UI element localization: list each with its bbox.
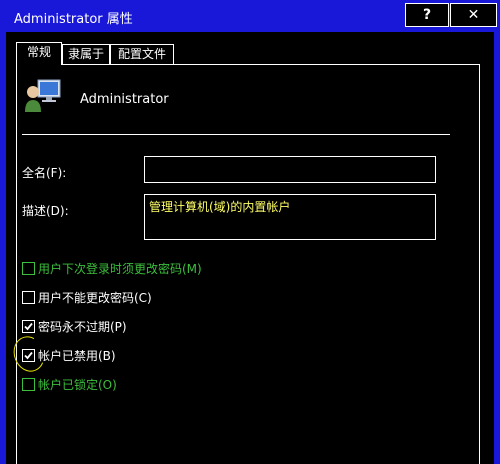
- account-disabled-label: 帐户已禁用(B): [38, 348, 116, 363]
- tab-member-of[interactable]: 隶属于: [62, 44, 110, 64]
- account-name: Administrator: [80, 92, 169, 107]
- cannot-change-password-label: 用户不能更改密码(C): [38, 290, 152, 305]
- must-change-password-checkbox[interactable]: [22, 261, 35, 275]
- window-title: Administrator 属性: [14, 12, 133, 27]
- must-change-password-label: 用户下次登录时须更改密码(M): [38, 261, 202, 276]
- description-label: 描述(D):: [22, 204, 69, 218]
- checkmark-icon: [24, 322, 33, 330]
- description-input[interactable]: 管理计算机(域)的内置帐户: [144, 194, 436, 240]
- tab-general[interactable]: 常规: [16, 42, 62, 65]
- help-button[interactable]: ?: [405, 3, 449, 27]
- cannot-change-password-option[interactable]: 用户不能更改密码(C): [22, 289, 152, 305]
- account-locked-option[interactable]: 帐户已锁定(O): [22, 376, 117, 392]
- must-change-password-option[interactable]: 用户下次登录时须更改密码(M): [22, 260, 202, 276]
- full-name-label: 全名(F):: [22, 166, 67, 180]
- cannot-change-password-checkbox[interactable]: [22, 290, 35, 304]
- divider: [22, 134, 450, 135]
- full-name-input[interactable]: [144, 156, 436, 183]
- password-never-expires-option[interactable]: 密码永不过期(P): [22, 318, 127, 334]
- tab-profile[interactable]: 配置文件: [110, 44, 174, 64]
- dialog-body: 常规 隶属于 配置文件 Administrator 全名(F): 描述(D): …: [6, 32, 494, 464]
- account-locked-label: 帐户已锁定(O): [38, 377, 117, 392]
- user-account-icon: [25, 79, 61, 112]
- password-never-expires-checkbox[interactable]: [22, 319, 35, 333]
- password-never-expires-label: 密码永不过期(P): [38, 319, 127, 334]
- title-bar[interactable]: Administrator 属性 ? ✕: [0, 0, 500, 32]
- close-button[interactable]: ✕: [450, 3, 497, 27]
- account-locked-checkbox[interactable]: [22, 377, 35, 391]
